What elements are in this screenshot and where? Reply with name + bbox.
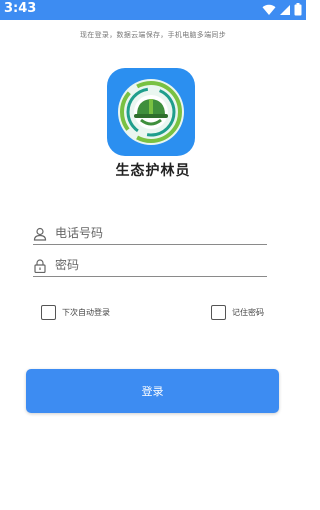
tagline: 现在登录，数据云端保存，手机电脑多端同步 <box>80 31 226 39</box>
phone-field[interactable] <box>33 224 267 245</box>
status-time: 3:43 <box>4 1 37 16</box>
remember-password-label: 记住密码 <box>232 308 264 317</box>
auto-login-label: 下次自动登录 <box>62 308 110 317</box>
battery-icon <box>294 3 302 16</box>
password-input[interactable] <box>55 256 263 274</box>
remember-password-checkbox[interactable]: 记住密码 <box>211 305 264 320</box>
phone-input[interactable] <box>55 224 263 242</box>
password-field[interactable] <box>33 256 267 277</box>
login-button[interactable]: 登录 <box>26 369 279 413</box>
app-name: 生态护林员 <box>115 163 191 179</box>
auto-login-box[interactable] <box>41 305 56 320</box>
status-icons <box>262 3 302 16</box>
remember-password-box[interactable] <box>211 305 226 320</box>
status-bar: 3:43 <box>0 0 306 20</box>
auto-login-checkbox[interactable]: 下次自动登录 <box>41 305 110 320</box>
wifi-icon <box>262 4 276 16</box>
signal-icon <box>279 4 291 16</box>
lock-icon <box>33 258 47 277</box>
user-icon <box>33 226 47 245</box>
ranger-helmet-logo-icon <box>107 68 195 156</box>
